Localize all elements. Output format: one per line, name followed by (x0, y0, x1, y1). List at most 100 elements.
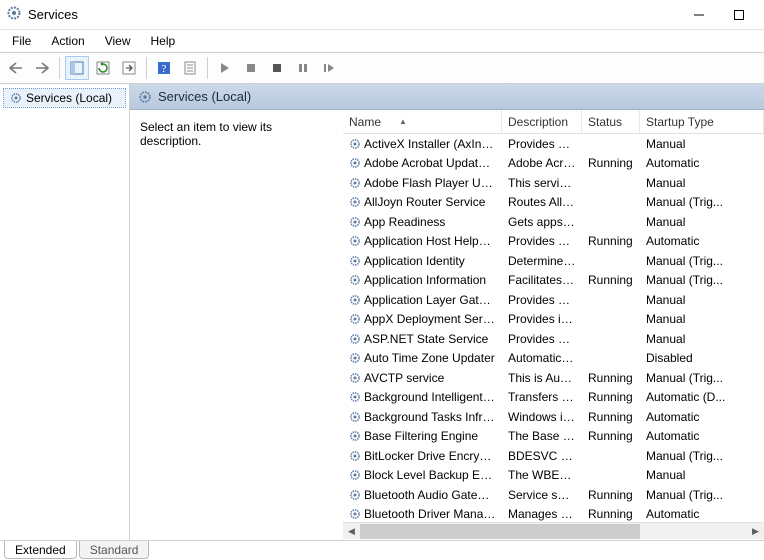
gear-icon (138, 90, 152, 104)
scroll-left-icon[interactable]: ◀ (343, 523, 360, 540)
menu-file[interactable]: File (4, 32, 39, 50)
forward-button[interactable] (30, 56, 54, 80)
service-description: Provides su... (502, 332, 582, 346)
service-name: Bluetooth Audio Gateway S... (364, 488, 496, 502)
service-row[interactable]: App ReadinessGets apps re...Manual (343, 212, 764, 232)
column-header-label: Description (508, 115, 568, 129)
menu-action[interactable]: Action (43, 32, 92, 50)
tab-label: Standard (90, 543, 139, 557)
column-header-name[interactable]: Name ▲ (343, 110, 502, 133)
service-row[interactable]: ASP.NET State ServiceProvides su...Manua… (343, 329, 764, 349)
toolbar-separator (207, 57, 208, 79)
service-startup: Manual (640, 293, 764, 307)
service-row[interactable]: AVCTP serviceThis is Audi...RunningManua… (343, 368, 764, 388)
gear-icon (349, 138, 361, 150)
scrollbar-thumb[interactable] (360, 524, 640, 539)
title-bar: Services (0, 0, 764, 30)
show-hide-tree-button[interactable] (65, 56, 89, 80)
gear-icon (349, 294, 361, 306)
tree-item-label: Services (Local) (26, 91, 112, 105)
service-row[interactable]: Application InformationFacilitates t...R… (343, 271, 764, 291)
service-description: Routes AllJo... (502, 195, 582, 209)
service-row[interactable]: Bluetooth Driver Managem...Manages BT...… (343, 505, 764, 523)
tab-strip: Extended Standard (0, 540, 764, 560)
service-name: BitLocker Drive Encryption ... (364, 449, 496, 463)
service-row[interactable]: AllJoyn Router ServiceRoutes AllJo...Man… (343, 193, 764, 213)
description-pane: Select an item to view its description. (130, 110, 343, 540)
stop-service-button[interactable] (239, 56, 263, 80)
restart-service-button[interactable] (317, 56, 341, 80)
toolbar: ? (0, 52, 764, 84)
service-description: Provides su... (502, 293, 582, 307)
menu-help[interactable]: Help (143, 32, 184, 50)
service-name: Base Filtering Engine (364, 429, 496, 443)
gear-icon (349, 333, 361, 345)
main-body: Services (Local) Services (Local) Select… (0, 84, 764, 540)
service-status: Running (582, 156, 640, 170)
service-row[interactable]: ActiveX Installer (AxInstSV)Provides Us.… (343, 134, 764, 154)
menu-bar: File Action View Help (0, 30, 764, 52)
start-service-button[interactable] (213, 56, 237, 80)
service-description: Facilitates t... (502, 273, 582, 287)
service-row[interactable]: Background Intelligent Tran...Transfers … (343, 388, 764, 408)
service-startup: Manual (640, 468, 764, 482)
properties-button[interactable] (178, 56, 202, 80)
pause-service-button[interactable] (291, 56, 315, 80)
gear-icon (349, 372, 361, 384)
window-controls (688, 4, 758, 26)
service-row[interactable]: Application Layer Gateway ... Provides su… (343, 290, 764, 310)
service-startup: Automatic (640, 507, 764, 521)
column-header-description[interactable]: Description (502, 110, 582, 133)
service-startup: Manual (Trig... (640, 195, 764, 209)
service-startup: Automatic (640, 410, 764, 424)
horizontal-scrollbar[interactable]: ◀ ▶ (343, 522, 764, 539)
service-row[interactable]: BitLocker Drive Encryption ...BDESVC hos… (343, 446, 764, 466)
service-row[interactable]: Background Tasks Infrastru...Windows in.… (343, 407, 764, 427)
service-description: The Base Fil... (502, 429, 582, 443)
stop-service-button-2[interactable] (265, 56, 289, 80)
service-row[interactable]: Adobe Flash Player Update ...This servic… (343, 173, 764, 193)
service-startup: Manual (640, 312, 764, 326)
service-status: Running (582, 410, 640, 424)
scroll-right-icon[interactable]: ▶ (747, 523, 764, 540)
maximize-button[interactable] (728, 4, 750, 26)
service-row[interactable]: Bluetooth Audio Gateway S...Service sup.… (343, 485, 764, 505)
menu-view[interactable]: View (97, 32, 139, 50)
service-row[interactable]: Application IdentityDetermines ...Manual… (343, 251, 764, 271)
service-row[interactable]: AppX Deployment Service (...Provides inf… (343, 310, 764, 330)
service-name: Application Information (364, 273, 496, 287)
service-row[interactable]: Adobe Acrobat Update Serv...Adobe Acro..… (343, 154, 764, 174)
column-header-startup[interactable]: Startup Type (640, 110, 764, 133)
service-name: Application Layer Gateway ... (364, 293, 496, 307)
tree-item-services-local[interactable]: Services (Local) (3, 88, 126, 108)
detail-pane: Services (Local) Select an item to view … (130, 84, 764, 540)
gear-icon (349, 157, 361, 169)
detail-header: Services (Local) (130, 84, 764, 110)
tab-extended[interactable]: Extended (4, 541, 77, 559)
export-list-button[interactable] (117, 56, 141, 80)
service-description: Transfers fil... (502, 390, 582, 404)
service-status: Running (582, 429, 640, 443)
column-header-status[interactable]: Status (582, 110, 640, 133)
tab-standard[interactable]: Standard (79, 541, 150, 559)
service-row[interactable]: Base Filtering Engine The Base Fil...Runn… (343, 427, 764, 447)
list-rows[interactable]: ActiveX Installer (AxInstSV)Provides Us.… (343, 134, 764, 522)
service-name: Auto Time Zone Updater (364, 351, 496, 365)
service-status: Running (582, 488, 640, 502)
service-row[interactable]: Auto Time Zone UpdaterAutomatica...Disab… (343, 349, 764, 369)
service-description: This service ... (502, 176, 582, 190)
minimize-button[interactable] (688, 4, 710, 26)
service-row[interactable]: Application Host Helper Ser...Provides a… (343, 232, 764, 252)
service-description: Provides inf... (502, 312, 582, 326)
gear-icon (349, 274, 361, 286)
refresh-button[interactable] (91, 56, 115, 80)
service-status: Running (582, 234, 640, 248)
back-button[interactable] (4, 56, 28, 80)
service-startup: Automatic (D... (640, 390, 764, 404)
gear-icon (10, 92, 22, 104)
service-row[interactable]: Block Level Backup Engine ...The WBENG..… (343, 466, 764, 486)
service-description: Adobe Acro... (502, 156, 582, 170)
column-header-label: Status (588, 115, 622, 129)
gear-icon (349, 313, 361, 325)
help-button[interactable]: ? (152, 56, 176, 80)
